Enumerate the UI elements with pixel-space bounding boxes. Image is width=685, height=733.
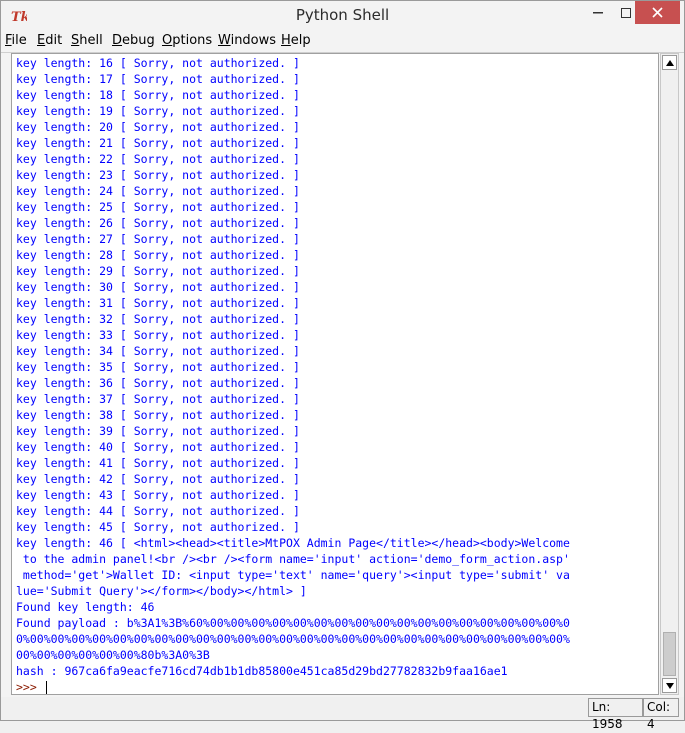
menu-file[interactable]: File <box>5 33 27 48</box>
output-line: key length: 45 [ Sorry, not authorized. … <box>16 520 300 534</box>
prompt-line[interactable]: >>> <box>16 679 570 694</box>
output-line: 00%00%00%00%00%00%80b%3A0%3B <box>16 648 210 662</box>
output-line: key length: 26 [ Sorry, not authorized. … <box>16 216 300 230</box>
output-line: key length: 18 [ Sorry, not authorized. … <box>16 88 300 102</box>
vertical-scrollbar[interactable] <box>660 53 679 695</box>
arrow-up-icon <box>665 59 674 66</box>
menu-label: indows <box>230 33 277 48</box>
menu-accel: E <box>37 33 46 48</box>
python-shell-window: Tk Python Shell File Edit Shell Debug Op… <box>0 0 685 731</box>
scroll-down-button[interactable] <box>662 678 677 693</box>
menu-options[interactable]: Options <box>162 33 212 48</box>
window-title: Python Shell <box>295 6 390 24</box>
menu-label: hell <box>79 33 103 48</box>
menu-label: elp <box>290 33 311 48</box>
title-bar[interactable]: Tk Python Shell <box>1 1 684 32</box>
menu-accel: O <box>162 33 173 48</box>
menu-label: ile <box>11 33 27 48</box>
output-line: Found payload : b%3A1%3B%60%00%00%00%00%… <box>16 616 570 630</box>
output-line: to the admin panel!<br /><br /><form nam… <box>16 552 570 566</box>
menu-help[interactable]: Help <box>281 33 311 48</box>
scroll-up-button[interactable] <box>662 55 677 70</box>
output-line: key length: 16 [ Sorry, not authorized. … <box>16 56 300 70</box>
menu-accel: D <box>112 33 123 48</box>
minimize-button[interactable] <box>584 1 612 24</box>
menu-bar: File Edit Shell Debug Options Windows He… <box>1 32 684 53</box>
menu-windows[interactable]: Windows <box>218 33 276 48</box>
output-line: key length: 40 [ Sorry, not authorized. … <box>16 440 300 454</box>
text-cursor <box>45 680 47 694</box>
output-line: key length: 46 [ <html><head><title>MtPO… <box>16 536 570 550</box>
output-line: key length: 32 [ Sorry, not authorized. … <box>16 312 300 326</box>
shell-prompt: >>> <box>16 680 37 694</box>
output-line: key length: 21 [ Sorry, not authorized. … <box>16 136 300 150</box>
output-line: key length: 28 [ Sorry, not authorized. … <box>16 248 300 262</box>
close-icon <box>652 7 663 18</box>
menu-accel: W <box>218 33 231 48</box>
menu-shell[interactable]: Shell <box>71 33 103 48</box>
close-button[interactable] <box>635 1 680 24</box>
output-line: key length: 30 [ Sorry, not authorized. … <box>16 280 300 294</box>
menu-debug[interactable]: Debug <box>112 33 155 48</box>
shell-text-area[interactable]: key length: 16 [ Sorry, not authorized. … <box>11 53 659 695</box>
menu-label: ptions <box>172 33 213 48</box>
shell-output: key length: 16 [ Sorry, not authorized. … <box>16 55 570 694</box>
menu-edit[interactable]: Edit <box>37 33 62 48</box>
arrow-down-icon <box>665 682 674 689</box>
output-line: lue='Submit Query'></form></body></html>… <box>16 584 307 598</box>
output-line: key length: 29 [ Sorry, not authorized. … <box>16 264 300 278</box>
output-line: Found key length: 46 <box>16 600 155 614</box>
output-line: key length: 41 [ Sorry, not authorized. … <box>16 456 300 470</box>
output-line: key length: 19 [ Sorry, not authorized. … <box>16 104 300 118</box>
output-line: key length: 34 [ Sorry, not authorized. … <box>16 344 300 358</box>
menu-label: ebug <box>122 33 155 48</box>
output-line: key length: 31 [ Sorry, not authorized. … <box>16 296 300 310</box>
output-line: key length: 23 [ Sorry, not authorized. … <box>16 168 300 182</box>
output-line: key length: 25 [ Sorry, not authorized. … <box>16 200 300 214</box>
output-line: key length: 24 [ Sorry, not authorized. … <box>16 184 300 198</box>
output-line: key length: 27 [ Sorry, not authorized. … <box>16 232 300 246</box>
maximize-icon <box>621 7 631 18</box>
menu-accel: H <box>281 33 291 48</box>
output-line: 0%00%00%00%00%00%00%00%00%00%00%00%00%00… <box>16 632 570 646</box>
output-line: key length: 22 [ Sorry, not authorized. … <box>16 152 300 166</box>
output-line: key length: 33 [ Sorry, not authorized. … <box>16 328 300 342</box>
output-line: key length: 43 [ Sorry, not authorized. … <box>16 488 300 502</box>
output-line: key length: 17 [ Sorry, not authorized. … <box>16 72 300 86</box>
line-number-status: Ln: 1958 <box>588 698 643 731</box>
output-line: key length: 44 [ Sorry, not authorized. … <box>16 504 300 518</box>
output-line: key length: 35 [ Sorry, not authorized. … <box>16 360 300 374</box>
output-line: method='get'>Wallet ID: <input type='tex… <box>16 568 570 582</box>
output-line: hash : 967ca6fa9eacfe716cd74db1b1db85800… <box>16 664 508 678</box>
output-line: key length: 36 [ Sorry, not authorized. … <box>16 376 300 390</box>
output-line: key length: 38 [ Sorry, not authorized. … <box>16 408 300 422</box>
column-number-status: Col: 4 <box>643 698 679 731</box>
scrollbar-thumb[interactable] <box>663 632 676 676</box>
status-bar: Ln: 1958 Col: 4 <box>1 697 684 731</box>
menu-label: dit <box>45 33 63 48</box>
output-line: key length: 37 [ Sorry, not authorized. … <box>16 392 300 406</box>
output-line: key length: 20 [ Sorry, not authorized. … <box>16 120 300 134</box>
output-line: key length: 42 [ Sorry, not authorized. … <box>16 472 300 486</box>
minimize-icon <box>593 11 603 13</box>
output-line: key length: 39 [ Sorry, not authorized. … <box>16 424 300 438</box>
